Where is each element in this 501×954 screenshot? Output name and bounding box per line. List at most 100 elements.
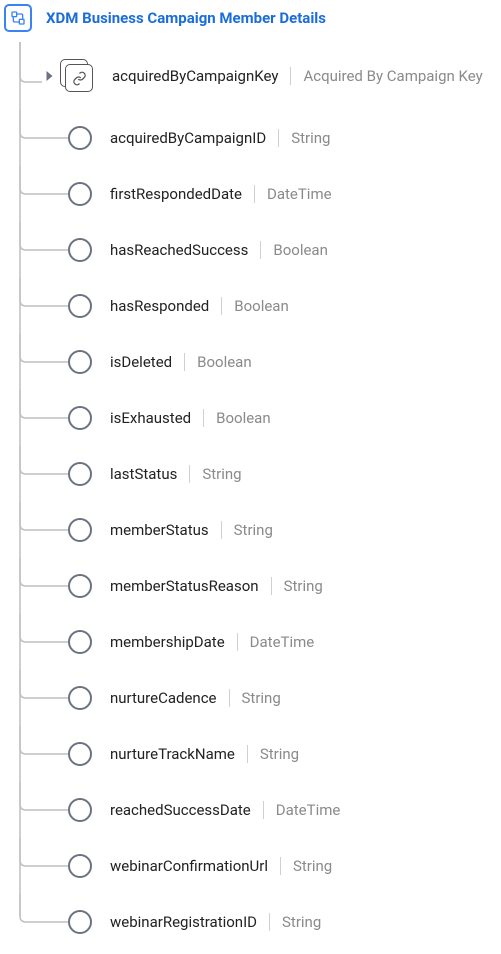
tree-connector (18, 42, 42, 110)
tree-connector (18, 558, 68, 614)
tree-connector (18, 614, 68, 670)
divider (184, 353, 185, 371)
divider (221, 521, 222, 539)
field-name: memberStatus (110, 521, 209, 539)
tree-row[interactable]: webinarConfirmationUrl String (18, 838, 497, 894)
tree-row[interactable]: memberStatusReason String (18, 558, 497, 614)
field-type: DateTime (267, 185, 332, 203)
divider (247, 745, 248, 763)
field-type: String (234, 521, 273, 539)
tree-connector (18, 278, 68, 334)
field-name: nurtureCadence (110, 689, 217, 707)
tree-row[interactable]: reachedSuccessDate DateTime (18, 782, 497, 838)
tree-row[interactable]: nurtureTrackName String (18, 726, 497, 782)
object-group-icon (60, 59, 94, 93)
tree-row[interactable]: memberStatus String (18, 502, 497, 558)
field-name: nurtureTrackName (110, 745, 235, 763)
divider (237, 633, 238, 651)
tree-row[interactable]: isExhausted Boolean (18, 390, 497, 446)
field-type: Boolean (234, 297, 289, 315)
field-circle-icon (68, 462, 92, 486)
field-type: String (282, 913, 321, 931)
field-circle-icon (68, 182, 92, 206)
schema-title: XDM Business Campaign Member Details (46, 9, 326, 27)
field-type: Acquired By Campaign Key (303, 67, 482, 85)
tree-row[interactable]: acquiredByCampaignID String (18, 110, 497, 166)
field-circle-icon (68, 742, 92, 766)
field-name: hasResponded (110, 297, 209, 315)
divider (203, 409, 204, 427)
divider (269, 913, 270, 931)
field-name: webinarConfirmationUrl (110, 857, 268, 875)
chevron-right-icon[interactable] (42, 71, 56, 81)
field-name: memberStatusReason (110, 577, 259, 595)
field-type: DateTime (276, 801, 341, 819)
tree-connector (18, 334, 68, 390)
divider (278, 129, 279, 147)
field-circle-icon (68, 126, 92, 150)
divider (260, 241, 261, 259)
divider (254, 185, 255, 203)
tree-connector (18, 390, 68, 446)
tree-connector (18, 726, 68, 782)
field-name: webinarRegistrationID (110, 913, 257, 931)
tree-connector (18, 502, 68, 558)
field-name: membershipDate (110, 633, 225, 651)
divider (280, 857, 281, 875)
field-type: Boolean (273, 241, 328, 259)
field-circle-icon (68, 630, 92, 654)
field-type: DateTime (250, 633, 315, 651)
field-type: Boolean (216, 409, 271, 427)
field-circle-icon (68, 574, 92, 598)
tree-connector (18, 222, 68, 278)
field-circle-icon (68, 798, 92, 822)
field-name: acquiredByCampaignKey (112, 67, 278, 85)
tree-connector (18, 166, 68, 222)
field-name: reachedSuccessDate (110, 801, 251, 819)
tree-connector (18, 110, 68, 166)
field-name: hasReachedSuccess (110, 241, 248, 259)
tree-row[interactable]: isDeleted Boolean (18, 334, 497, 390)
field-circle-icon (68, 238, 92, 262)
schema-icon (4, 4, 32, 32)
field-name: firstRespondedDate (110, 185, 242, 203)
field-type: String (293, 857, 332, 875)
field-circle-icon (68, 406, 92, 430)
field-circle-icon (68, 294, 92, 318)
divider (189, 465, 190, 483)
field-circle-icon (68, 518, 92, 542)
field-name: isExhausted (110, 409, 191, 427)
field-name: lastStatus (110, 465, 177, 483)
field-type: String (260, 745, 299, 763)
field-circle-icon (68, 854, 92, 878)
tree-connector (18, 670, 68, 726)
tree-row[interactable]: webinarRegistrationID String (18, 894, 497, 950)
field-name: acquiredByCampaignID (110, 129, 266, 147)
field-type: String (242, 689, 281, 707)
tree-row[interactable]: hasResponded Boolean (18, 278, 497, 334)
tree-row[interactable]: membershipDate DateTime (18, 614, 497, 670)
field-type: Boolean (197, 353, 252, 371)
field-circle-icon (68, 910, 92, 934)
tree-connector (18, 782, 68, 838)
schema-root-row[interactable]: XDM Business Campaign Member Details (4, 4, 497, 32)
tree-row[interactable]: hasReachedSuccess Boolean (18, 222, 497, 278)
field-type: String (284, 577, 323, 595)
tree-row[interactable]: firstRespondedDate DateTime (18, 166, 497, 222)
divider (271, 577, 272, 595)
field-type: String (202, 465, 241, 483)
tree-connector (18, 446, 68, 502)
field-circle-icon (68, 350, 92, 374)
tree-connector (18, 894, 68, 950)
tree-connector (18, 838, 68, 894)
field-type: String (291, 129, 330, 147)
divider (229, 689, 230, 707)
divider (263, 801, 264, 819)
divider (221, 297, 222, 315)
field-name: isDeleted (110, 353, 172, 371)
tree-row[interactable]: acquiredByCampaignKey Acquired By Campai… (18, 42, 497, 110)
tree-row[interactable]: nurtureCadence String (18, 670, 497, 726)
tree-row[interactable]: lastStatus String (18, 446, 497, 502)
field-circle-icon (68, 686, 92, 710)
divider (290, 67, 291, 85)
